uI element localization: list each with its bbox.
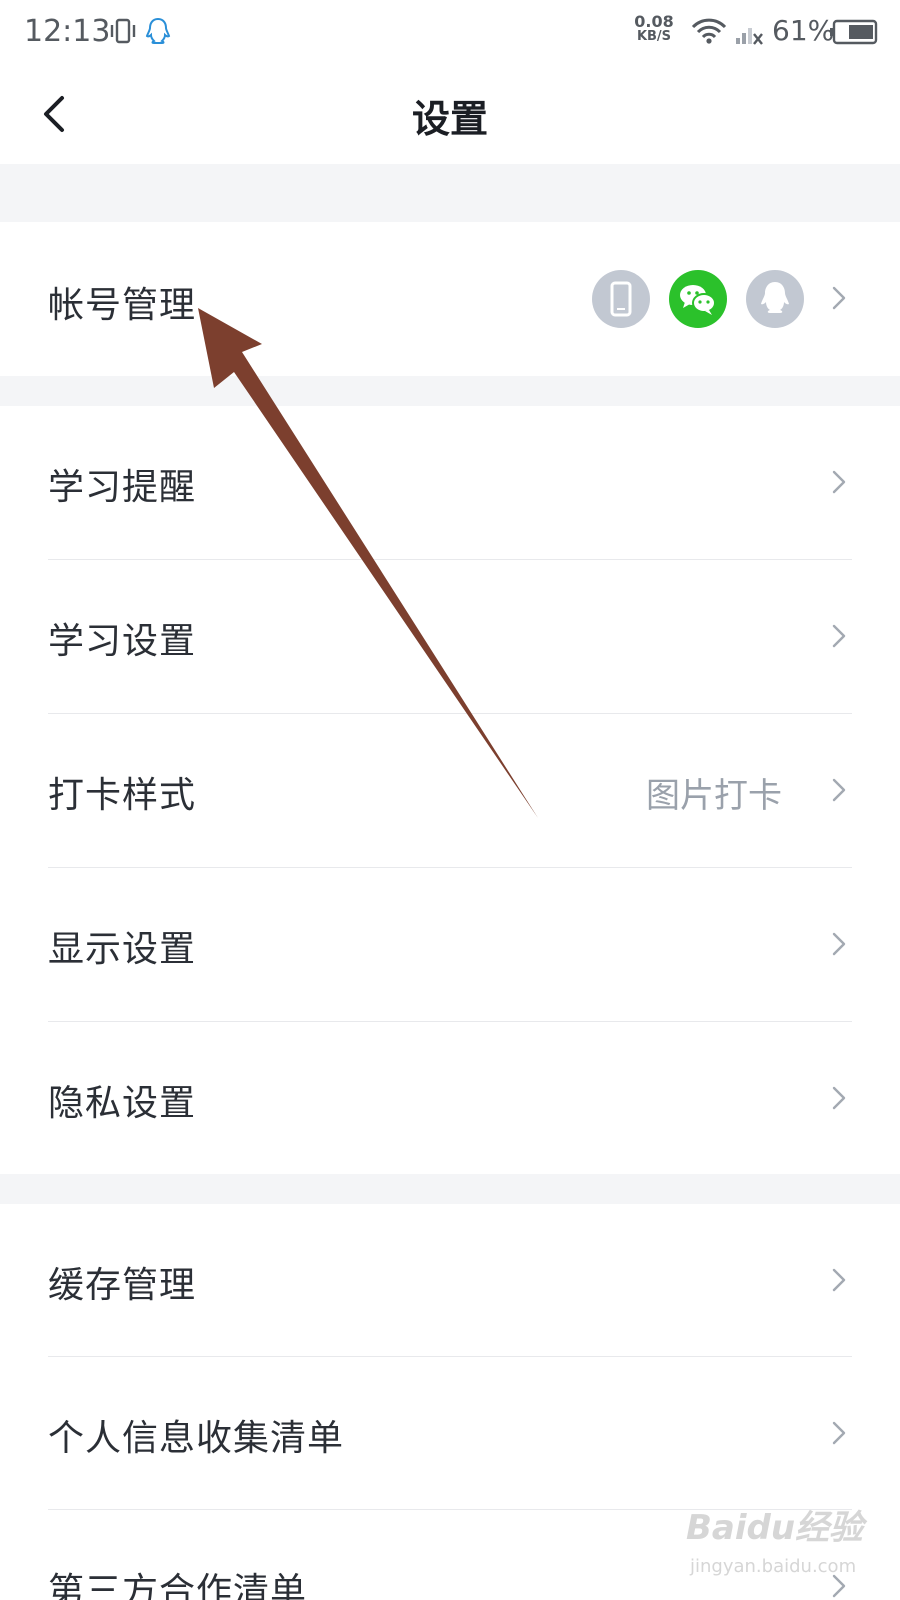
wechat-icon	[669, 270, 727, 328]
phone-icon	[592, 270, 650, 328]
nav-bar: 设置	[0, 64, 900, 164]
settings-item-label: 个人信息收集清单	[48, 1418, 345, 1459]
chevron-right-icon	[832, 1421, 846, 1445]
page-title: 设置	[411, 97, 488, 141]
settings-item-privacy-settings[interactable]: 隐私设置	[0, 1022, 900, 1174]
settings-item-study-settings[interactable]: 学习设置	[0, 560, 900, 713]
chevron-right-icon	[832, 778, 846, 802]
settings-item-label: 帐号管理	[48, 285, 197, 326]
section-gap	[0, 1174, 900, 1204]
battery-icon	[830, 19, 878, 45]
network-speed-value: 0.08	[634, 12, 674, 31]
section-gap	[0, 164, 900, 222]
settings-item-study-reminder[interactable]: 学习提醒	[0, 406, 900, 559]
status-bar: 12:13 0.08 KB/S 61%	[0, 0, 900, 64]
chevron-right-icon	[832, 932, 846, 956]
settings-item-cache-management[interactable]: 缓存管理	[0, 1204, 900, 1356]
vibrate-icon	[110, 18, 136, 44]
chevron-right-icon	[832, 1086, 846, 1110]
network-speed-unit: KB/S	[636, 29, 672, 44]
settings-item-label: 学习设置	[48, 621, 197, 662]
qq-notification-icon	[145, 17, 171, 44]
signal-icon	[736, 28, 763, 45]
battery-percent: 61%	[772, 14, 835, 47]
settings-item-checkin-style[interactable]: 打卡样式 图片打卡	[0, 714, 900, 867]
settings-item-label: 隐私设置	[48, 1083, 197, 1124]
settings-item-label: 打卡样式	[48, 775, 197, 816]
watermark-main: Baidu经验	[686, 1508, 864, 1548]
status-time: 12:13	[24, 14, 111, 49]
wifi-icon	[691, 18, 727, 44]
settings-item-value: 图片打卡	[646, 776, 782, 816]
network-speed: 0.08 KB/S	[630, 14, 678, 44]
chevron-right-icon	[832, 470, 846, 494]
settings-item-display-settings[interactable]: 显示设置	[0, 868, 900, 1021]
settings-item-label: 学习提醒	[48, 467, 197, 508]
chevron-right-icon	[832, 1268, 846, 1292]
baidu-jingyan-watermark: Baidu经验 jingyan.baidu.com	[686, 1500, 866, 1586]
qq-icon	[746, 270, 804, 328]
settings-item-label: 显示设置	[48, 929, 197, 970]
watermark-sub: jingyan.baidu.com	[690, 1556, 857, 1577]
settings-item-personal-info-list[interactable]: 个人信息收集清单	[0, 1357, 900, 1509]
settings-item-label: 缓存管理	[48, 1265, 197, 1306]
chevron-right-icon	[832, 624, 846, 648]
chevron-right-icon	[832, 286, 846, 310]
settings-item-label: 第三方合作清单	[48, 1571, 308, 1600]
settings-item-account-management[interactable]: 帐号管理	[0, 222, 900, 376]
section-gap	[0, 376, 900, 406]
